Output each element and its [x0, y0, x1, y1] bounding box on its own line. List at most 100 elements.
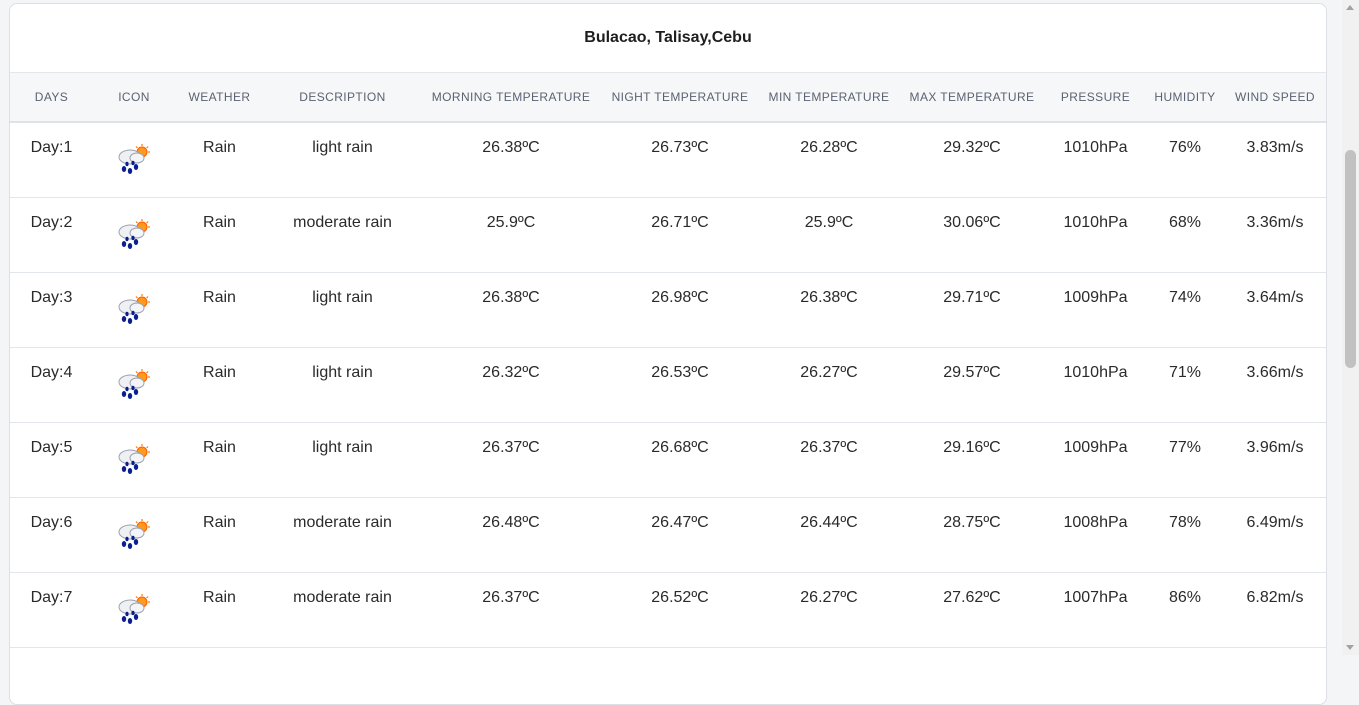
day-cell: Day:5 — [10, 422, 93, 498]
max-temp-cell: 29.71ºC — [899, 272, 1045, 348]
rain-sun-icon — [115, 293, 153, 331]
weather-cell: Rain — [175, 497, 264, 573]
weather-cell: Rain — [175, 572, 264, 648]
humidity-cell: 77% — [1146, 422, 1224, 498]
wind-speed-cell: 3.66m/s — [1224, 347, 1326, 423]
morning-temp-cell: 26.37ºC — [421, 422, 601, 498]
description-cell: moderate rain — [264, 197, 421, 273]
icon-cell — [93, 422, 175, 498]
rain-sun-icon — [115, 218, 153, 256]
day-cell: Day:3 — [10, 272, 93, 348]
table-row: Day:5 Rain light rain 26.37ºC 26.68ºC 26.37ºC… — [10, 422, 1326, 498]
min-temp-cell: 26.38ºC — [759, 272, 899, 348]
icon-cell — [93, 197, 175, 273]
scroll-up-arrow[interactable] — [1346, 5, 1354, 10]
wind-speed-cell: 3.64m/s — [1224, 272, 1326, 348]
humidity-cell: 78% — [1146, 497, 1224, 573]
col-header-min-temperature: MIN TEMPERATURE — [759, 73, 899, 123]
max-temp-cell: 29.32ºC — [899, 122, 1045, 198]
rain-sun-icon — [115, 144, 153, 181]
weather-cell: Rain — [175, 197, 264, 273]
table-row: Day:7 Rain moderate rain 26.37ºC 26.52ºC 26.2… — [10, 572, 1326, 648]
icon-cell — [93, 497, 175, 573]
rain-sun-icon — [115, 593, 153, 631]
humidity-cell: 76% — [1146, 122, 1224, 198]
min-temp-cell: 26.28ºC — [759, 122, 899, 198]
humidity-cell: 74% — [1146, 272, 1224, 348]
page-scrollbar[interactable] — [1342, 0, 1359, 655]
col-header-icon: ICON — [93, 73, 175, 123]
min-temp-cell: 25.9ºC — [759, 197, 899, 273]
morning-temp-cell: 26.37ºC — [421, 572, 601, 648]
description-cell: light rain — [264, 272, 421, 348]
morning-temp-cell: 26.32ºC — [421, 347, 601, 423]
icon-cell — [93, 122, 175, 198]
night-temp-cell: 26.73ºC — [601, 122, 759, 198]
min-temp-cell: 26.27ºC — [759, 347, 899, 423]
icon-cell — [93, 347, 175, 423]
night-temp-cell: 26.68ºC — [601, 422, 759, 498]
day-cell: Day:7 — [10, 572, 93, 648]
pressure-cell: 1009hPa — [1045, 272, 1146, 348]
col-header-humidity: HUMIDITY — [1146, 73, 1224, 123]
description-cell: moderate rain — [264, 497, 421, 573]
scrollbar-thumb[interactable] — [1345, 150, 1356, 368]
rain-sun-icon — [115, 443, 153, 481]
wind-speed-cell: 3.36m/s — [1224, 197, 1326, 273]
icon-cell — [93, 272, 175, 348]
morning-temp-cell: 26.48ºC — [421, 497, 601, 573]
min-temp-cell: 26.37ºC — [759, 422, 899, 498]
table-row: Day:3 Rain light rain 26.38ºC 26.98ºC 26.38ºC… — [10, 272, 1326, 348]
location-title: Bulacao, Talisay,Cebu — [10, 4, 1326, 73]
table-row: Day:2 Rain moderate rain 25.9ºC 26.71ºC 25.9º… — [10, 197, 1326, 273]
scroll-down-arrow[interactable] — [1346, 645, 1354, 650]
max-temp-cell: 30.06ºC — [899, 197, 1045, 273]
humidity-cell: 86% — [1146, 572, 1224, 648]
description-cell: light rain — [264, 347, 421, 423]
wind-speed-cell: 6.82m/s — [1224, 572, 1326, 648]
description-cell: moderate rain — [264, 572, 421, 648]
weather-cell: Rain — [175, 122, 264, 198]
pressure-cell: 1007hPa — [1045, 572, 1146, 648]
night-temp-cell: 26.47ºC — [601, 497, 759, 573]
table-row: Day:1 Rain light rain 26.38ºC 26.73ºC 26.28ºC… — [10, 122, 1326, 198]
pressure-cell: 1010hPa — [1045, 122, 1146, 198]
morning-temp-cell: 25.9ºC — [421, 197, 601, 273]
max-temp-cell: 28.75ºC — [899, 497, 1045, 573]
col-header-night-temperature: NIGHT TEMPERATURE — [601, 73, 759, 123]
min-temp-cell: 26.27ºC — [759, 572, 899, 648]
weather-cell: Rain — [175, 422, 264, 498]
max-temp-cell: 27.62ºC — [899, 572, 1045, 648]
day-cell: Day:4 — [10, 347, 93, 423]
description-cell: light rain — [264, 422, 421, 498]
max-temp-cell: 29.57ºC — [899, 347, 1045, 423]
weather-cell: Rain — [175, 272, 264, 348]
icon-cell — [93, 572, 175, 648]
table-row: Day:6 Rain moderate rain 26.48ºC 26.47ºC 26.4… — [10, 497, 1326, 573]
table-row: Day:4 Rain light rain 26.32ºC 26.53ºC 26.27ºC… — [10, 347, 1326, 423]
humidity-cell: 71% — [1146, 347, 1224, 423]
pressure-cell: 1010hPa — [1045, 197, 1146, 273]
col-header-weather: WEATHER — [175, 73, 264, 123]
table-header-row: DAYS ICON WEATHER DESCRIPTION MORNING TE… — [10, 73, 1326, 123]
col-header-wind-speed: WIND SPEED — [1224, 73, 1326, 123]
col-header-morning-temperature: MORNING TEMPERATURE — [421, 73, 601, 123]
wind-speed-cell: 3.83m/s — [1224, 122, 1326, 198]
pressure-cell: 1010hPa — [1045, 347, 1146, 423]
rain-sun-icon — [115, 368, 153, 406]
rain-sun-icon — [115, 518, 153, 556]
day-cell: Day:1 — [10, 122, 93, 198]
morning-temp-cell: 26.38ºC — [421, 272, 601, 348]
day-cell: Day:6 — [10, 497, 93, 573]
forecast-table: DAYS ICON WEATHER DESCRIPTION MORNING TE… — [10, 73, 1326, 648]
min-temp-cell: 26.44ºC — [759, 497, 899, 573]
night-temp-cell: 26.52ºC — [601, 572, 759, 648]
col-header-max-temperature: MAX TEMPERATURE — [899, 73, 1045, 123]
day-cell: Day:2 — [10, 197, 93, 273]
night-temp-cell: 26.98ºC — [601, 272, 759, 348]
col-header-description: DESCRIPTION — [264, 73, 421, 123]
description-cell: light rain — [264, 122, 421, 198]
forecast-card: Bulacao, Talisay,Cebu DAYS ICON WEATHER … — [9, 3, 1327, 705]
night-temp-cell: 26.53ºC — [601, 347, 759, 423]
col-header-days: DAYS — [10, 73, 93, 123]
